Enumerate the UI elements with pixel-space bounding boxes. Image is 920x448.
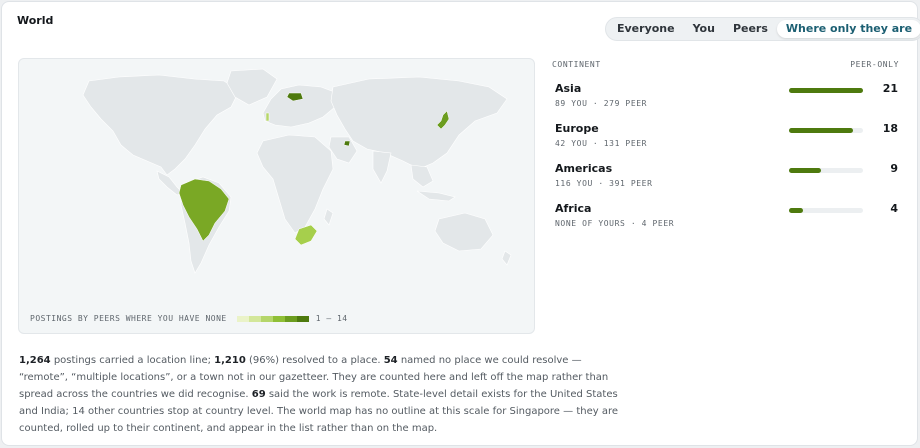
col-head-peer-only: PEER-ONLY: [850, 60, 899, 69]
legend-swatches: [236, 315, 309, 322]
continent-name: Africa: [555, 202, 592, 215]
legend-swatch: [296, 315, 309, 322]
bar-fill: [789, 168, 821, 173]
filter-everyone[interactable]: Everyone: [608, 20, 684, 38]
bar-track: [789, 88, 863, 93]
land-north-america: [82, 74, 240, 176]
continent-value: 18: [882, 122, 898, 135]
continent-sub: 89 YOU · 279 PEER: [555, 99, 648, 108]
world-map-svg: [82, 68, 512, 274]
legend-swatch: [248, 315, 261, 322]
continent-value: 21: [882, 82, 898, 95]
bar-fill: [789, 128, 853, 133]
land-europe: [262, 84, 338, 128]
continent-name: Europe: [555, 122, 599, 135]
col-head-continent: CONTINENT: [552, 60, 601, 69]
land-new-zealand: [501, 250, 512, 266]
unresolved-count: 54: [383, 355, 398, 366]
map-legend: POSTINGS BY PEERS WHERE YOU HAVE NONE 1 …: [30, 314, 348, 323]
world-map: POSTINGS BY PEERS WHERE YOU HAVE NONE 1 …: [18, 58, 535, 334]
land-asia: [330, 76, 508, 170]
land-africa: [256, 134, 334, 234]
world-card: World Everyone You Peers Where only they…: [1, 1, 920, 446]
summary-text: postings carried a location line;: [50, 355, 215, 366]
continent-row-asia[interactable]: Asia 89 YOU · 279 PEER 21: [555, 82, 900, 122]
location-summary: 1,264 postings carried a location line; …: [19, 352, 619, 437]
bar-track: [789, 128, 863, 133]
continent-sub: 116 YOU · 391 PEER: [555, 179, 653, 188]
bar-track: [789, 168, 863, 173]
continent-name: Asia: [555, 82, 582, 95]
bar-fill: [789, 208, 804, 213]
audience-filter: Everyone You Peers Where only they are: [605, 17, 920, 41]
land-se-asia: [410, 164, 434, 188]
land-australia: [434, 212, 494, 252]
land-indonesia: [416, 190, 456, 202]
continent-sub: 42 YOU · 131 PEER: [555, 139, 648, 148]
remote-count: 69: [251, 389, 266, 400]
legend-swatch: [260, 315, 273, 322]
legend-range: 1 — 14: [315, 314, 348, 323]
continent-row-africa[interactable]: Africa NONE OF YOURS · 4 PEER 4: [555, 202, 900, 242]
legend-label: POSTINGS BY PEERS WHERE YOU HAVE NONE: [30, 314, 227, 323]
legend-swatch: [272, 315, 285, 322]
resolved-count: 1,210: [214, 355, 246, 366]
land-india: [372, 150, 392, 184]
summary-text: (96%) resolved to a place.: [245, 355, 384, 366]
legend-swatch: [284, 315, 297, 322]
continent-row-americas[interactable]: Americas 116 YOU · 391 PEER 9: [555, 162, 900, 202]
filter-where-only-they-are[interactable]: Where only they are: [776, 20, 920, 38]
card-title: World: [17, 14, 54, 27]
continent-value: 4: [890, 202, 898, 215]
continent-list: Asia 89 YOU · 279 PEER 21 Europe 42 YOU …: [555, 82, 900, 242]
bar-fill: [789, 88, 863, 93]
land-madagascar: [323, 208, 334, 226]
continent-sub: NONE OF YOURS · 4 PEER: [555, 219, 675, 228]
total-count: 1,264: [19, 355, 51, 366]
filter-peers[interactable]: Peers: [724, 20, 777, 38]
continent-value: 9: [890, 162, 898, 175]
region-middle-east: [343, 140, 351, 147]
land-central-america: [156, 170, 184, 196]
continent-row-europe[interactable]: Europe 42 YOU · 131 PEER 18: [555, 122, 900, 162]
legend-swatch: [236, 315, 249, 322]
filter-you[interactable]: You: [684, 20, 724, 38]
bar-track: [789, 208, 863, 213]
continent-name: Americas: [555, 162, 613, 175]
region-portugal: [265, 112, 270, 122]
